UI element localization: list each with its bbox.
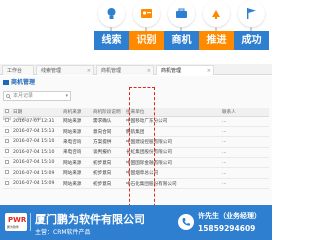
row-source: 网站来源 (61, 178, 91, 190)
row-contact: ... (220, 136, 269, 148)
row-contact: ... (220, 116, 269, 127)
row-checkbox[interactable] (3, 116, 11, 127)
tile-clue-label: 线索 (94, 31, 129, 50)
id-card-icon (133, 0, 160, 27)
tile-advance-label: 推进 (199, 31, 234, 50)
select-all-checkbox[interactable] (3, 108, 11, 117)
row-contact: ... (220, 147, 269, 159)
row-checkbox[interactable] (3, 136, 11, 148)
search-icon (6, 94, 11, 99)
row-date: 2016-07-04 15:10 (11, 147, 61, 159)
phone-number[interactable]: 15859294609 (198, 224, 255, 233)
row-source: 来电咨询 (61, 136, 91, 148)
tab-label: 线索管理 (41, 68, 62, 74)
search-placeholder: 本月记录 (13, 93, 34, 99)
row-status: 初步意向 (91, 157, 124, 169)
logo-subtitle: 鹏为软件 (7, 225, 20, 229)
row-checkbox[interactable] (3, 167, 11, 179)
tab-opportunity-management[interactable]: 商机管理 × (96, 65, 154, 75)
flag-icon (238, 0, 265, 27)
row-checkbox[interactable] (3, 157, 11, 169)
tile-opportunity-label: 商机 (164, 31, 199, 50)
row-status: 初步意向 (91, 178, 124, 190)
highlight-box (129, 87, 155, 222)
lightbulb-icon (98, 0, 125, 27)
row-status: 意向合同 (91, 126, 124, 138)
company-name: 厦门鹏为软件有限公司 (35, 213, 145, 226)
tile-success-label: 成功 (234, 31, 269, 50)
tile-opportunity[interactable]: 商机 (164, 0, 199, 52)
tab-label: 工作台 (7, 68, 23, 74)
row-source: 网站来源 (61, 116, 91, 127)
contact-person: 许先生（业务经理） (198, 212, 261, 220)
row-status: 初步意向 (91, 167, 124, 179)
logo-mark: PWR (8, 216, 27, 224)
row-date: 2016-07-04 15:10 (11, 136, 61, 148)
row-date: 2016-07-04 15:10 (11, 157, 61, 169)
row-date: 2016-07-07 12:31 (11, 116, 61, 127)
tab-workbench[interactable]: 工作台 (2, 65, 34, 75)
close-icon[interactable]: × (147, 66, 151, 76)
feature-tiles: 线索 识别 商机 推进 成功 (0, 0, 272, 62)
company-logo: PWR 鹏为软件 (5, 213, 27, 231)
chevron-down-icon[interactable]: ▾ (65, 92, 68, 101)
push-icon (203, 0, 230, 27)
tile-identify-label: 识别 (129, 31, 164, 50)
footer-banner: PWR 鹏为软件 厦门鹏为软件有限公司 主营：CRM软件产品 许先生（业务经理）… (0, 205, 272, 240)
row-contact: ... (220, 178, 269, 190)
close-icon[interactable]: × (207, 66, 211, 76)
row-date: 2016-07-04 15:09 (11, 167, 61, 179)
breadcrumb-label: 商机管理 (11, 79, 36, 86)
row-status: 需求确认 (91, 116, 124, 127)
row-contact: ... (220, 126, 269, 138)
column-date[interactable]: 日期 (11, 108, 61, 117)
tile-advance[interactable]: 推进 (199, 0, 234, 52)
row-status: 谈判报价 (91, 147, 124, 159)
row-source: 来电咨询 (61, 147, 91, 159)
row-checkbox[interactable] (3, 147, 11, 159)
close-icon[interactable]: × (87, 66, 91, 76)
row-status: 方案提供 (91, 136, 124, 148)
tab-label: 商机管理 (161, 68, 182, 74)
row-source: 网站来源 (61, 157, 91, 169)
phone-icon (178, 214, 194, 230)
column-status[interactable]: 商机阶段说明 (91, 108, 124, 117)
row-date: 2016-07-04 15:09 (11, 178, 61, 190)
row-contact: ... (220, 167, 269, 179)
tab-opportunity-management-active[interactable]: 商机管理 × (156, 65, 214, 75)
folder-icon (3, 80, 9, 85)
tile-identify[interactable]: 识别 (129, 0, 164, 52)
column-source[interactable]: 商机来源 (61, 108, 91, 117)
row-contact: ... (220, 157, 269, 169)
row-source: 网站来源 (61, 167, 91, 179)
row-checkbox[interactable] (3, 126, 11, 138)
column-contact[interactable]: 联系人 (220, 108, 269, 117)
tile-clue[interactable]: 线索 (94, 0, 129, 52)
product-line: 主营：CRM软件产品 (35, 229, 91, 236)
tab-clue-management[interactable]: 线索管理 × (36, 65, 94, 75)
breadcrumb: 商机管理 (3, 79, 35, 87)
tab-bar: 工作台 线索管理 × 商机管理 × 商机管理 × (0, 64, 272, 75)
row-source: 网站来源 (61, 126, 91, 138)
row-checkbox[interactable] (3, 178, 11, 190)
tile-success[interactable]: 成功 (234, 0, 269, 52)
search-input[interactable]: 本月记录 ▾ (3, 91, 71, 101)
tab-label: 商机管理 (101, 68, 122, 74)
row-date: 2016-07-04 15:13 (11, 126, 61, 138)
briefcase-icon (168, 0, 195, 27)
